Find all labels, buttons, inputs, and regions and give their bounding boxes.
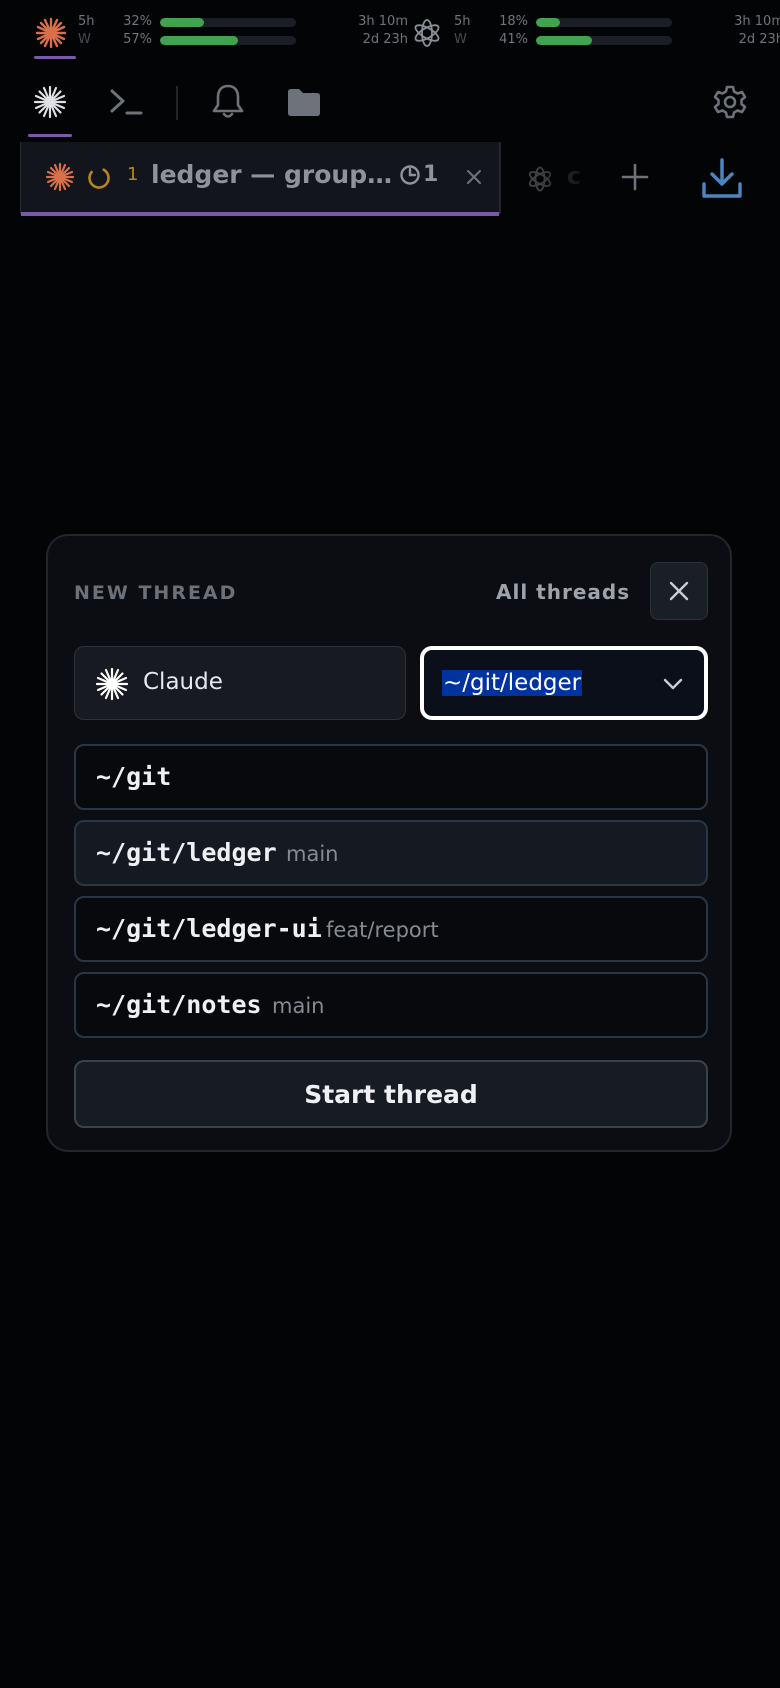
notifications-button[interactable] xyxy=(206,80,250,124)
path-option-notes[interactable]: ~/git/notes main xyxy=(74,972,708,1038)
agent-select[interactable]: Claude xyxy=(74,646,406,720)
usage-row-week: W 57% 2d 23h xyxy=(78,32,408,50)
thread-tabs: 1 ledger — grouping by month 1 c xyxy=(0,142,780,218)
usage-reset-time: 2d 23h xyxy=(738,32,780,47)
settings-button[interactable] xyxy=(708,80,752,124)
usage-row-week: W 41% 2d 23h xyxy=(454,32,780,50)
path-option-path: ~/git/notes xyxy=(96,990,262,1019)
usage-row-5h: 5h 32% 3h 10m xyxy=(78,14,408,32)
usage-window-label: 5h xyxy=(454,14,471,29)
tab-close-button[interactable] xyxy=(461,164,487,190)
tab-running-count: 1 xyxy=(127,164,139,185)
usage-meter-fill xyxy=(160,36,238,45)
usage-percent: 32% xyxy=(123,14,152,29)
close-icon xyxy=(669,581,689,601)
tab-active-underline xyxy=(21,212,499,216)
usage-bar: 5h 32% 3h 10m W 57% 2d 23h 5h 18% 3h 10m xyxy=(0,0,780,60)
claude-icon xyxy=(33,85,67,119)
usage-window-label: 5h xyxy=(78,14,95,29)
usage-meter xyxy=(536,36,672,45)
openai-logo-icon xyxy=(414,19,440,47)
main-toolbar xyxy=(0,68,780,140)
new-thread-dialog: NEW THREAD All threads Claude ~/git/ledg… xyxy=(46,534,732,1152)
dialog-title: NEW THREAD xyxy=(74,582,238,604)
tab-title: ledger — grouping by month xyxy=(151,160,399,189)
clock-icon xyxy=(400,164,420,185)
usage-reset-time: 2d 23h xyxy=(362,32,408,47)
usage-window-label: W xyxy=(454,32,467,47)
download-icon xyxy=(702,158,742,198)
usage-reset-time: 3h 10m xyxy=(358,14,408,29)
claude-agent-button[interactable] xyxy=(28,80,72,124)
agent-name: Claude xyxy=(143,669,223,695)
terminal-button[interactable] xyxy=(104,80,148,124)
close-icon xyxy=(467,170,481,184)
plus-icon xyxy=(621,163,649,191)
path-option-path: ~/git/ledger-ui xyxy=(96,914,322,943)
usage-reset-time: 3h 10m xyxy=(734,14,780,29)
path-select[interactable]: ~/git/ledger xyxy=(420,646,708,720)
usage-percent: 57% xyxy=(123,32,152,47)
claude-sunburst-icon xyxy=(35,17,67,49)
chevron-down-icon xyxy=(663,678,683,690)
path-option-branch: feat/report xyxy=(326,918,439,942)
bell-icon xyxy=(212,84,244,118)
toolbar-divider xyxy=(176,86,178,120)
usage-accent-line xyxy=(34,56,76,59)
all-threads-link[interactable]: All threads xyxy=(496,580,630,604)
usage-percent: 18% xyxy=(499,14,528,29)
path-option-ledger-ui[interactable]: ~/git/ledger-ui feat/report xyxy=(74,896,708,962)
path-select-value: ~/git/ledger xyxy=(442,670,583,696)
tab-active-thread[interactable]: 1 ledger — grouping by month 1 xyxy=(20,142,500,216)
openai-usage: 5h 18% 3h 10m W 41% 2d 23h xyxy=(410,14,780,50)
usage-meter xyxy=(536,18,672,27)
tab-queued-count: 1 xyxy=(423,162,439,187)
terminal-icon xyxy=(110,89,143,115)
usage-meter-fill xyxy=(536,36,592,45)
gear-icon xyxy=(713,85,747,119)
usage-row-5h: 5h 18% 3h 10m xyxy=(454,14,780,32)
usage-meter xyxy=(160,18,296,27)
path-option-branch: main xyxy=(272,994,325,1018)
path-option-git[interactable]: ~/git xyxy=(74,744,708,810)
path-option-path: ~/git/ledger xyxy=(96,838,277,867)
path-option-ledger[interactable]: ~/git/ledger main xyxy=(74,820,708,886)
usage-window-label: W xyxy=(78,32,91,47)
spinner-icon xyxy=(88,167,110,189)
usage-meter-fill xyxy=(536,18,561,27)
files-button[interactable] xyxy=(282,80,326,124)
claude-sunburst-icon xyxy=(45,162,75,192)
path-option-branch: main xyxy=(286,842,339,866)
new-tab-button[interactable] xyxy=(612,154,658,200)
usage-percent: 41% xyxy=(499,32,528,47)
toolbar-active-indicator xyxy=(28,134,72,137)
folder-icon xyxy=(288,89,320,116)
download-button[interactable] xyxy=(696,152,748,204)
dialog-close-button[interactable] xyxy=(650,562,708,620)
start-thread-button[interactable]: Start thread xyxy=(74,1060,708,1128)
usage-meter xyxy=(160,36,296,45)
claude-usage: 5h 32% 3h 10m W 57% 2d 23h xyxy=(34,14,408,50)
claude-icon xyxy=(95,667,129,701)
tab-queued-badge: 1 xyxy=(399,162,438,187)
path-option-path: ~/git xyxy=(96,762,172,791)
tab-overflow-fade xyxy=(540,142,620,214)
usage-meter-fill xyxy=(160,18,204,27)
